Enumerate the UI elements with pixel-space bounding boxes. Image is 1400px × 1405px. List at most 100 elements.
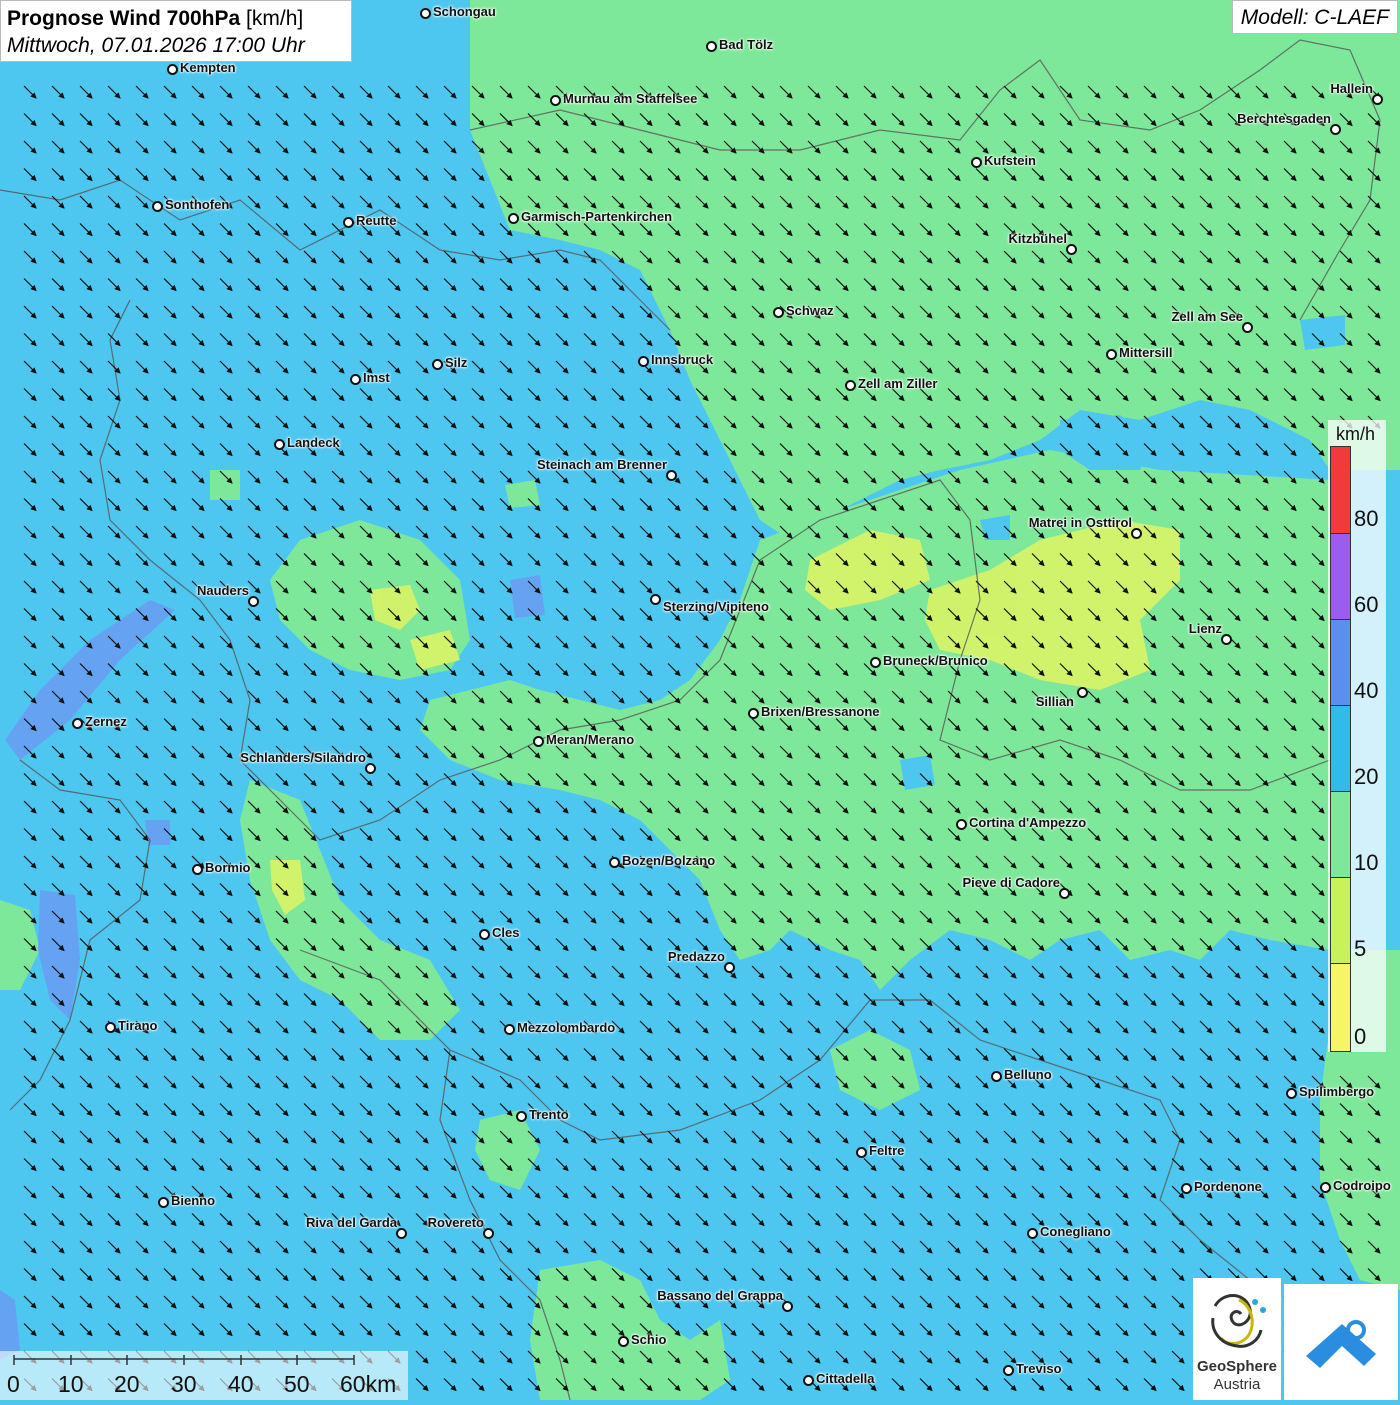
city-marker <box>724 962 735 973</box>
legend-seg-0-5 <box>1331 963 1350 1051</box>
city-label: Bassano del Grappa <box>657 1288 783 1303</box>
city-label: Zell am Ziller <box>858 376 938 391</box>
city-marker <box>1059 888 1070 899</box>
city-marker <box>350 374 361 385</box>
city-marker <box>782 1301 793 1312</box>
city-label: Tirano <box>118 1018 158 1033</box>
city-marker <box>1131 528 1142 539</box>
city-label: Trento <box>529 1107 569 1122</box>
geosphere-austria-logo[interactable]: GeoSphere Austria <box>1193 1278 1281 1400</box>
city-label: Schlanders/Silandro <box>240 750 366 765</box>
city-marker <box>666 470 677 481</box>
title-box: Prognose Wind 700hPa [km/h] Mittwoch, 07… <box>0 0 352 62</box>
legend-seg-20-40 <box>1331 705 1350 791</box>
city-label: Treviso <box>1016 1361 1062 1376</box>
city-marker <box>248 596 259 607</box>
color-legend: km/h 80 60 40 20 10 5 0 <box>1328 420 1386 1052</box>
legend-label-5: 5 <box>1354 936 1367 961</box>
city-marker <box>706 41 717 52</box>
city-marker <box>773 307 784 318</box>
legend-label-40: 40 <box>1354 678 1379 703</box>
city-label: Meran/Merano <box>546 732 635 747</box>
city-marker <box>508 213 519 224</box>
city-label: Imst <box>363 370 390 385</box>
city-label: Kufstein <box>984 153 1036 168</box>
city-label: Sterzing/Vipiteno <box>663 599 769 614</box>
city-label: Cortina d'Ampezzo <box>969 815 1087 830</box>
scale-label-10: 10 <box>58 1371 84 1397</box>
city-label: Hallein <box>1330 81 1373 96</box>
city-marker <box>1003 1365 1014 1376</box>
city-label: Landeck <box>287 435 340 450</box>
city-marker <box>167 64 178 75</box>
forecast-datetime: Mittwoch, 07.01.2026 17:00 Uhr <box>7 34 305 57</box>
legend-label-20: 20 <box>1354 764 1379 789</box>
city-marker <box>516 1111 527 1122</box>
city-marker <box>343 217 354 228</box>
city-label: Conegliano <box>1040 1224 1111 1239</box>
city-label: Zell am See <box>1171 309 1243 324</box>
city-marker <box>748 708 759 719</box>
city-marker <box>991 1071 1002 1082</box>
city-marker <box>152 201 163 212</box>
city-label: Rovereto <box>427 1215 484 1230</box>
city-marker <box>1320 1182 1331 1193</box>
city-marker <box>650 594 661 605</box>
title-unit: [km/h] <box>246 7 304 30</box>
city-marker <box>1286 1088 1297 1099</box>
city-marker <box>1372 94 1383 105</box>
city-marker <box>274 439 285 450</box>
city-marker <box>158 1197 169 1208</box>
app-logo[interactable] <box>1284 1284 1398 1400</box>
legend-label-10: 10 <box>1354 850 1379 875</box>
city-label: Predazzo <box>667 949 725 964</box>
scale-label-60km: 60km <box>340 1371 397 1397</box>
city-marker <box>483 1228 494 1239</box>
city-label: Pieve di Cadore <box>962 875 1060 890</box>
city-marker <box>856 1147 867 1158</box>
city-marker <box>638 356 649 367</box>
city-marker <box>870 657 881 668</box>
city-label: Mezzolombardo <box>517 1020 616 1035</box>
city-marker <box>1221 634 1232 645</box>
legend-seg-above-80 <box>1331 447 1350 533</box>
city-label: Reutte <box>356 213 397 228</box>
city-label: Kempten <box>180 60 236 75</box>
city-marker <box>1181 1183 1192 1194</box>
city-marker <box>956 819 967 830</box>
city-label: Riva del Garda <box>305 1215 397 1230</box>
scale-label-20: 20 <box>114 1371 140 1397</box>
city-marker <box>432 359 443 370</box>
city-label: Cles <box>492 925 520 940</box>
scale-label-0: 0 <box>7 1371 20 1397</box>
city-marker <box>365 763 376 774</box>
title-bold: Prognose Wind 700hPa <box>7 7 241 30</box>
city-label: Murnau am Staffelsee <box>563 91 698 106</box>
city-marker <box>803 1375 814 1386</box>
city-marker <box>609 857 620 868</box>
city-marker <box>479 929 490 940</box>
geosphere-text: GeoSphere <box>1196 1358 1278 1375</box>
austria-text: Austria <box>1213 1376 1261 1393</box>
city-marker <box>1066 244 1077 255</box>
city-marker <box>1330 124 1341 135</box>
city-marker <box>72 718 83 729</box>
city-label: Codroipo <box>1333 1178 1391 1193</box>
city-marker <box>1106 349 1117 360</box>
city-label: Innsbruck <box>651 352 714 367</box>
city-label: Feltre <box>869 1143 905 1158</box>
city-label: Garmisch-Partenkirchen <box>521 209 673 224</box>
city-marker <box>971 157 982 168</box>
city-label: Belluno <box>1004 1067 1052 1082</box>
city-label: Schwaz <box>786 303 834 318</box>
city-label: Bruneck/Brunico <box>883 653 988 668</box>
model-label: Modell: C-LAEF <box>1231 0 1398 34</box>
city-label: Cittadella <box>816 1371 875 1386</box>
legend-label-0: 0 <box>1354 1024 1367 1049</box>
scale-label-30: 30 <box>171 1371 197 1397</box>
city-label: Matrei in Osttirol <box>1028 515 1132 530</box>
legend-label-80: 80 <box>1354 506 1379 531</box>
city-marker <box>420 8 431 19</box>
city-label: Pordenone <box>1194 1179 1262 1194</box>
city-marker <box>396 1228 407 1239</box>
